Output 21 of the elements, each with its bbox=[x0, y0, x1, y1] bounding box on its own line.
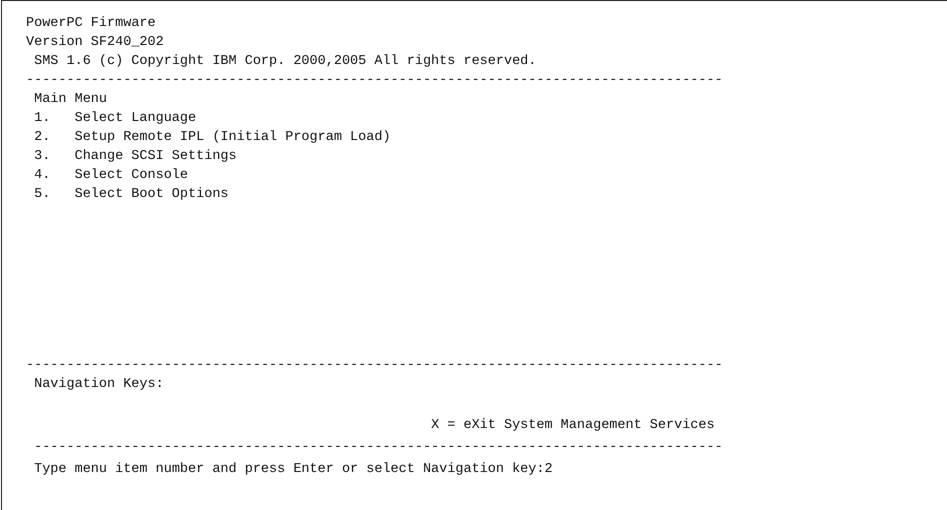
menu-item-number: 1. bbox=[34, 110, 52, 128]
terminal-text: SMS 1.6 (c) Copyright IBM Corp. 2000,2005 All rights reserved. bbox=[34, 53, 536, 71]
menu-item-number: 3. bbox=[34, 148, 52, 166]
menu-item[interactable]: Setup Remote IPL (Initial Program Load) bbox=[74, 128, 391, 147]
dashed-separator: -------------------------------------------------------------------------------------- bbox=[26, 357, 723, 375]
input-field[interactable]: 2 bbox=[544, 460, 553, 479]
menu-item-number: 5. bbox=[34, 186, 52, 204]
terminal-text: Version SF240_202 bbox=[26, 34, 164, 52]
terminal-text: Navigation Keys: bbox=[34, 376, 164, 394]
menu-item[interactable]: Select Console bbox=[74, 166, 188, 185]
dashed-separator: ------------------------------------------------------------------------------------- bbox=[34, 439, 723, 457]
prompt-text: Type menu item number and press Enter or select Navigation key: bbox=[34, 461, 544, 479]
terminal-text: PowerPC Firmware bbox=[26, 15, 156, 33]
menu-item-number: 2. bbox=[34, 129, 52, 147]
terminal-text: Main Menu bbox=[34, 91, 108, 109]
menu-item[interactable]: Select Boot Options bbox=[74, 185, 229, 204]
dashed-separator: -------------------------------------------------------------------------------------- bbox=[26, 72, 723, 90]
menu-item-number: 4. bbox=[34, 167, 52, 185]
navigation-key-text: X = eXit System Management Services bbox=[431, 417, 715, 435]
menu-item[interactable]: Select Language bbox=[74, 109, 196, 128]
menu-item[interactable]: Change SCSI Settings bbox=[74, 147, 237, 166]
